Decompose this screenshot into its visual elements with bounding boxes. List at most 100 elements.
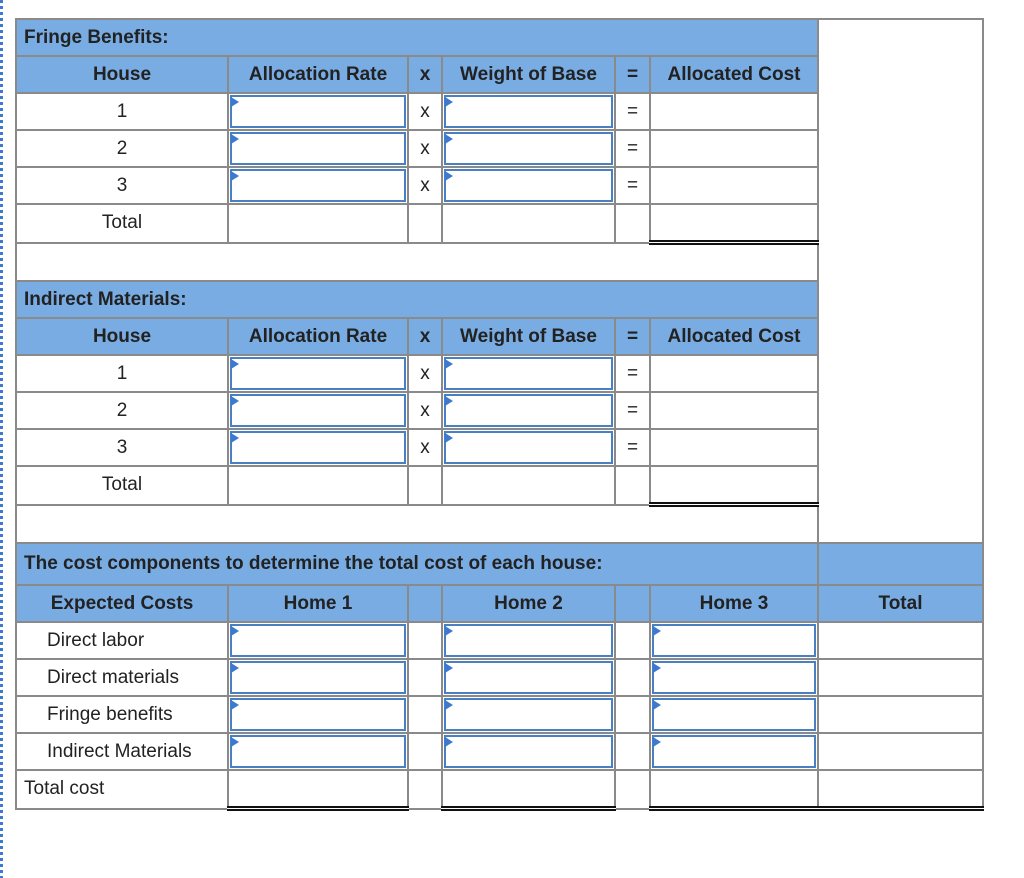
indirect-header-times: x	[407, 317, 443, 356]
indirect-total-cost	[649, 465, 819, 507]
input-flag-icon	[231, 433, 239, 443]
components-title-right	[817, 542, 984, 586]
input-flag-icon	[445, 700, 453, 710]
total-cost-row: Total cost	[15, 769, 984, 811]
equals-sign: =	[614, 391, 651, 430]
indirect-total-times	[407, 465, 443, 506]
indirect-right-blank	[817, 281, 984, 543]
times-sign: x	[407, 129, 443, 168]
cost-row: Indirect Materials	[15, 732, 984, 771]
total-cost-label: Total cost	[15, 769, 229, 810]
components-header-home3: Home 3	[649, 584, 819, 623]
fringe-total-equals	[614, 203, 651, 244]
input-flag-icon	[445, 737, 453, 747]
indirect-weight-input-2[interactable]	[446, 396, 611, 425]
house-number: 3	[15, 166, 229, 205]
direct-labor-home3-input[interactable]	[654, 626, 814, 655]
direct-labor-total	[817, 621, 984, 660]
indirect-rate-input-2[interactable]	[232, 396, 404, 425]
fringe-allocated-cost-3	[649, 166, 819, 205]
indirect-materials-total	[817, 732, 984, 771]
components-header-expected: Expected Costs	[15, 584, 229, 623]
fringe-title: Fringe Benefits:	[15, 18, 819, 57]
indirect-materials-home1-input[interactable]	[232, 737, 404, 766]
indirect-title: Indirect Materials:	[15, 280, 819, 319]
total-cost-grand-total	[817, 769, 984, 811]
equals-sign: =	[614, 166, 651, 205]
indirect-rate-input-3[interactable]	[232, 433, 404, 462]
direct-materials-home2-input[interactable]	[446, 663, 611, 692]
house-number: 3	[15, 428, 229, 467]
total-cost-home1	[227, 769, 409, 811]
fringe-header-rate: Allocation Rate	[227, 55, 409, 94]
components-title: The cost components to determine the tot…	[15, 542, 819, 586]
fringe-total-label: Total	[15, 203, 229, 244]
fringe-header-weight: Weight of Base	[441, 55, 616, 94]
house-number: 2	[15, 129, 229, 168]
fringe-weight-input-1[interactable]	[446, 97, 611, 126]
times-sign: x	[407, 354, 443, 393]
indirect-allocated-cost-2	[649, 391, 819, 430]
input-flag-icon	[231, 663, 239, 673]
fringe-total-times	[407, 203, 443, 244]
input-flag-icon	[445, 171, 453, 181]
indirect-weight-input-1[interactable]	[446, 359, 611, 388]
section-spacer	[15, 241, 819, 282]
fringe-benefits-home2-input[interactable]	[446, 700, 611, 729]
cost-label: Fringe benefits	[15, 695, 229, 734]
fringe-benefits-total	[817, 695, 984, 734]
cost-label: Direct materials	[15, 658, 229, 697]
input-flag-icon	[445, 97, 453, 107]
indirect-total-label: Total	[15, 465, 229, 506]
direct-labor-home1-input[interactable]	[232, 626, 404, 655]
components-header-gap	[407, 584, 443, 623]
indirect-header-weight: Weight of Base	[441, 317, 616, 356]
fringe-benefits-home1-input[interactable]	[232, 700, 404, 729]
input-flag-icon	[653, 700, 661, 710]
total-cost-home2	[441, 769, 616, 811]
indirect-header-cost: Allocated Cost	[649, 317, 819, 356]
fringe-rate-input-1[interactable]	[232, 97, 404, 126]
direct-materials-home3-input[interactable]	[654, 663, 814, 692]
fringe-rate-input-2[interactable]	[232, 134, 404, 163]
input-flag-icon	[445, 396, 453, 406]
fringe-benefits-home3-input[interactable]	[654, 700, 814, 729]
indirect-materials-home3-input[interactable]	[654, 737, 814, 766]
indirect-weight-input-3[interactable]	[446, 433, 611, 462]
fringe-weight-input-3[interactable]	[446, 171, 611, 200]
input-flag-icon	[231, 396, 239, 406]
equals-sign: =	[614, 92, 651, 131]
indirect-allocated-cost-1	[649, 354, 819, 393]
fringe-header-equals: =	[614, 55, 651, 94]
equals-sign: =	[614, 354, 651, 393]
indirect-header-rate: Allocation Rate	[227, 317, 409, 356]
components-header-gap	[614, 584, 651, 623]
fringe-right-blank	[817, 18, 984, 281]
input-flag-icon	[445, 433, 453, 443]
direct-materials-home1-input[interactable]	[232, 663, 404, 692]
times-sign: x	[407, 428, 443, 467]
cost-label: Direct labor	[15, 621, 229, 660]
fringe-allocated-cost-2	[649, 129, 819, 168]
indirect-rate-input-1[interactable]	[232, 359, 404, 388]
fringe-total-weight	[441, 203, 616, 244]
fringe-weight-input-2[interactable]	[446, 134, 611, 163]
cost-row: Fringe benefits	[15, 695, 984, 734]
fringe-rate-input-3[interactable]	[232, 171, 404, 200]
input-flag-icon	[231, 97, 239, 107]
section-spacer	[15, 503, 819, 544]
house-number: 1	[15, 354, 229, 393]
house-number: 2	[15, 391, 229, 430]
total-cost-home3	[649, 769, 819, 811]
indirect-materials-home2-input[interactable]	[446, 737, 611, 766]
worksheet-table: Fringe Benefits: House Allocation Rate x…	[15, 18, 984, 811]
input-flag-icon	[445, 359, 453, 369]
cost-label: Indirect Materials	[15, 732, 229, 771]
times-sign: x	[407, 166, 443, 205]
input-flag-icon	[445, 663, 453, 673]
equals-sign: =	[614, 129, 651, 168]
direct-labor-home2-input[interactable]	[446, 626, 611, 655]
fringe-total-cost	[649, 203, 819, 245]
fringe-allocated-cost-1	[649, 92, 819, 131]
input-flag-icon	[653, 626, 661, 636]
